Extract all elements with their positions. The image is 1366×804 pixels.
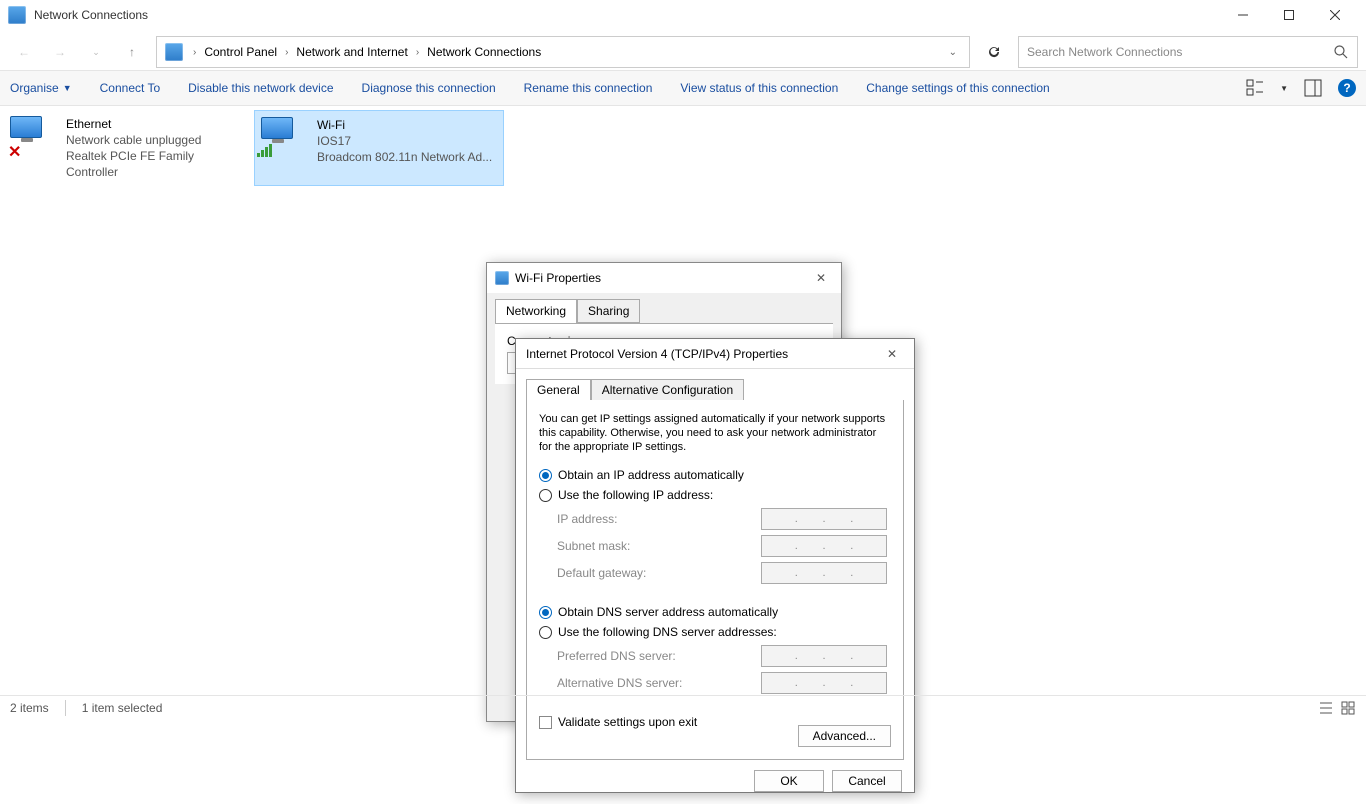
cmd-diagnose[interactable]: Diagnose this connection xyxy=(362,81,496,95)
minimize-button[interactable] xyxy=(1220,0,1266,30)
ip-address-input[interactable]: ... xyxy=(761,508,887,530)
wifi-icon xyxy=(261,117,309,153)
up-button[interactable]: ↑ xyxy=(116,36,148,68)
adapter-status: Network cable unplugged xyxy=(66,132,248,148)
radio-icon xyxy=(539,469,552,482)
breadcrumb-icon xyxy=(165,43,183,61)
status-bar: 2 items 1 item selected xyxy=(0,695,1366,719)
refresh-button[interactable] xyxy=(978,36,1010,68)
tab-networking[interactable]: Networking xyxy=(495,299,577,323)
breadcrumb-item[interactable]: Control Panel xyxy=(202,45,279,59)
back-button[interactable]: ← xyxy=(8,36,40,68)
adapter-name: Wi-Fi xyxy=(317,117,492,133)
cmd-rename[interactable]: Rename this connection xyxy=(524,81,653,95)
tab-general[interactable]: General xyxy=(526,379,591,400)
radio-icon xyxy=(539,489,552,502)
radio-icon xyxy=(539,626,552,639)
breadcrumb-item[interactable]: Network and Internet xyxy=(294,45,409,59)
radio-ip-manual[interactable]: Use the following IP address: xyxy=(539,488,891,502)
search-placeholder: Search Network Connections xyxy=(1027,45,1333,59)
preferred-dns-input[interactable]: ... xyxy=(761,645,887,667)
chevron-right-icon: › xyxy=(187,47,202,58)
status-selected-count: 1 item selected xyxy=(82,701,163,715)
adapter-device: Broadcom 802.11n Network Ad... xyxy=(317,149,492,165)
signal-bars-icon xyxy=(257,144,272,157)
chevron-right-icon: › xyxy=(410,47,425,58)
close-button[interactable] xyxy=(1312,0,1358,30)
maximize-button[interactable] xyxy=(1266,0,1312,30)
nav-row: ← → ⌄ ↑ › Control Panel › Network and In… xyxy=(0,34,1366,70)
titlebar: Network Connections xyxy=(0,0,1366,30)
radio-dns-manual[interactable]: Use the following DNS server addresses: xyxy=(539,625,891,639)
advanced-button[interactable]: Advanced... xyxy=(798,725,891,747)
ethernet-icon: ✕ xyxy=(10,116,58,152)
alternative-dns-label: Alternative DNS server: xyxy=(557,676,761,690)
search-input[interactable]: Search Network Connections xyxy=(1018,36,1358,68)
preferred-dns-label: Preferred DNS server: xyxy=(557,649,761,663)
error-x-icon: ✕ xyxy=(8,142,22,156)
large-icons-view-icon[interactable] xyxy=(1340,700,1356,716)
adapter-name: Ethernet xyxy=(66,116,248,132)
cmd-organise[interactable]: Organise ▼ xyxy=(10,81,72,95)
content-area: ✕ Ethernet Network cable unplugged Realt… xyxy=(0,106,1366,676)
dialog-icon xyxy=(495,271,509,285)
default-gateway-label: Default gateway: xyxy=(557,566,761,580)
ip-address-label: IP address: xyxy=(557,512,761,526)
preview-pane-icon[interactable] xyxy=(1304,79,1322,97)
tab-alt-config[interactable]: Alternative Configuration xyxy=(591,379,744,400)
ipv4-properties-dialog: Internet Protocol Version 4 (TCP/IPv4) P… xyxy=(515,338,915,793)
command-bar: Organise ▼ Connect To Disable this netwo… xyxy=(0,70,1366,106)
radio-dns-auto[interactable]: Obtain DNS server address automatically xyxy=(539,605,891,619)
chevron-down-icon[interactable]: ⌄ xyxy=(941,47,965,58)
breadcrumb[interactable]: › Control Panel › Network and Internet ›… xyxy=(156,36,970,68)
adapter-wifi[interactable]: Wi-Fi IOS17 Broadcom 802.11n Network Ad.… xyxy=(254,110,504,186)
help-icon[interactable]: ? xyxy=(1338,79,1356,97)
search-icon xyxy=(1333,44,1349,60)
ip-address-group: IP address:... Subnet mask:... Default g… xyxy=(539,501,891,595)
adapter-status: IOS17 xyxy=(317,133,492,149)
app-icon xyxy=(8,6,26,24)
chevron-down-icon: ▼ xyxy=(63,83,72,93)
cancel-button[interactable]: Cancel xyxy=(832,770,902,792)
subnet-mask-input[interactable]: ... xyxy=(761,535,887,557)
cmd-view-status[interactable]: View status of this connection xyxy=(680,81,838,95)
default-gateway-input[interactable]: ... xyxy=(761,562,887,584)
cmd-disable[interactable]: Disable this network device xyxy=(188,81,333,95)
chevron-down-icon[interactable]: ▼ xyxy=(1280,84,1288,93)
cmd-change-settings[interactable]: Change settings of this connection xyxy=(866,81,1049,95)
tab-sharing[interactable]: Sharing xyxy=(577,299,640,323)
chevron-right-icon: › xyxy=(279,47,294,58)
recent-dropdown[interactable]: ⌄ xyxy=(80,36,112,68)
ok-button[interactable]: OK xyxy=(754,770,824,792)
description-text: You can get IP settings assigned automat… xyxy=(539,412,891,454)
radio-icon xyxy=(539,606,552,619)
dialog-title: Wi-Fi Properties xyxy=(515,271,809,285)
forward-button[interactable]: → xyxy=(44,36,76,68)
close-icon[interactable]: ✕ xyxy=(809,266,833,290)
view-options-icon[interactable] xyxy=(1246,79,1264,97)
subnet-mask-label: Subnet mask: xyxy=(557,539,761,553)
breadcrumb-item[interactable]: Network Connections xyxy=(425,45,543,59)
details-view-icon[interactable] xyxy=(1318,700,1334,716)
adapter-device: Realtek PCIe FE Family Controller xyxy=(66,148,248,180)
adapter-ethernet[interactable]: ✕ Ethernet Network cable unplugged Realt… xyxy=(4,110,254,186)
dialog-title: Internet Protocol Version 4 (TCP/IPv4) P… xyxy=(526,347,880,361)
alternative-dns-input[interactable]: ... xyxy=(761,672,887,694)
radio-ip-auto[interactable]: Obtain an IP address automatically xyxy=(539,468,891,482)
close-icon[interactable]: ✕ xyxy=(880,342,904,366)
status-item-count: 2 items xyxy=(10,701,49,715)
cmd-connect-to[interactable]: Connect To xyxy=(100,81,161,95)
window-title: Network Connections xyxy=(34,8,1220,22)
